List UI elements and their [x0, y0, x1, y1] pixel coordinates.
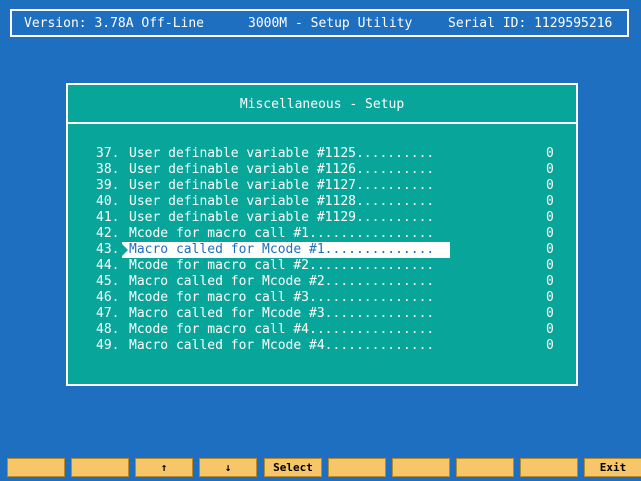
setting-number: 44. — [96, 258, 120, 273]
selection-arrow-icon — [122, 244, 128, 256]
setting-number: 41. — [96, 210, 120, 225]
setting-label: Macro called for Mcode #4.............. — [129, 338, 435, 353]
setting-label: Macro called for Mcode #1.............. — [129, 242, 435, 257]
setting-number: 38. — [96, 162, 120, 177]
scroll-down-button[interactable]: ↓ — [199, 458, 257, 477]
setting-label: Mcode for macro call #2................ — [129, 258, 435, 273]
setting-value: 0 — [546, 274, 554, 289]
setting-row-47[interactable]: 47. Macro called for Mcode #3...........… — [68, 306, 576, 322]
scroll-up-button[interactable]: ↑ — [135, 458, 193, 477]
setting-label: User definable variable #1129.......... — [129, 210, 435, 225]
setting-value: 0 — [546, 290, 554, 305]
function-key-bar: ↑ ↓ Select Exit — [7, 458, 641, 477]
setting-number: 39. — [96, 178, 120, 193]
setting-label: Mcode for macro call #1................ — [129, 226, 435, 241]
function-key-f2[interactable] — [71, 458, 129, 477]
function-key-f8[interactable] — [456, 458, 514, 477]
setting-value: 0 — [546, 306, 554, 321]
setting-number: 47. — [96, 306, 120, 321]
setting-label: Macro called for Mcode #2.............. — [129, 274, 435, 289]
setting-label: Mcode for macro call #3................ — [129, 290, 435, 305]
setting-row-40[interactable]: 40. User definable variable #1128.......… — [68, 194, 576, 210]
setting-label: User definable variable #1127.......... — [129, 178, 435, 193]
setting-value: 0 — [546, 226, 554, 241]
setting-number: 40. — [96, 194, 120, 209]
setting-row-43-selected[interactable]: 43. Macro called for Mcode #1...........… — [68, 242, 576, 258]
setting-row-37[interactable]: 37. User definable variable #1125.......… — [68, 146, 576, 162]
setting-row-48[interactable]: 48. Mcode for macro call #4.............… — [68, 322, 576, 338]
setting-row-42[interactable]: 42. Mcode for macro call #1.............… — [68, 226, 576, 242]
setting-row-49[interactable]: 49. Macro called for Mcode #4...........… — [68, 338, 576, 354]
setting-number: 45. — [96, 274, 120, 289]
setting-row-45[interactable]: 45. Macro called for Mcode #2...........… — [68, 274, 576, 290]
setting-value: 0 — [546, 210, 554, 225]
setting-label: Mcode for macro call #4................ — [129, 322, 435, 337]
setting-number: 48. — [96, 322, 120, 337]
dialog-divider — [68, 122, 576, 124]
setting-value: 0 — [546, 258, 554, 273]
setting-label: User definable variable #1125.......... — [129, 146, 435, 161]
function-key-f9[interactable] — [520, 458, 578, 477]
setting-row-44[interactable]: 44. Mcode for macro call #2.............… — [68, 258, 576, 274]
setting-value: 0 — [546, 162, 554, 177]
setting-row-39[interactable]: 39. User definable variable #1127.......… — [68, 178, 576, 194]
select-button[interactable]: Select — [264, 458, 322, 477]
setting-value: 0 — [546, 322, 554, 337]
setting-number: 37. — [96, 146, 120, 161]
serial-id-label: Serial ID: 1129595216 — [448, 16, 613, 31]
setting-value: 0 — [546, 146, 554, 161]
setting-number: 43. — [96, 242, 120, 257]
function-key-f1[interactable] — [7, 458, 65, 477]
setup-dialog: Miscellaneous - Setup 37. User definable… — [66, 83, 578, 386]
setting-value: 0 — [546, 178, 554, 193]
setting-value: 0 — [546, 242, 554, 257]
setting-row-46[interactable]: 46. Mcode for macro call #3.............… — [68, 290, 576, 306]
setting-number: 49. — [96, 338, 120, 353]
function-key-f6[interactable] — [328, 458, 386, 477]
setting-number: 42. — [96, 226, 120, 241]
app-title: 3000M - Setup Utility — [248, 16, 413, 31]
setting-value: 0 — [546, 338, 554, 353]
setting-number: 46. — [96, 290, 120, 305]
version-label: Version: 3.78A Off-Line — [24, 16, 205, 31]
setting-row-41[interactable]: 41. User definable variable #1129.......… — [68, 210, 576, 226]
setting-label: Macro called for Mcode #3.............. — [129, 306, 435, 321]
dialog-title: Miscellaneous - Setup — [239, 97, 405, 112]
setting-label: User definable variable #1128.......... — [129, 194, 435, 209]
exit-button[interactable]: Exit — [584, 458, 641, 477]
setting-label: User definable variable #1126.......... — [129, 162, 435, 177]
function-key-f7[interactable] — [392, 458, 450, 477]
setting-row-38[interactable]: 38. User definable variable #1126.......… — [68, 162, 576, 178]
title-bar: Version: 3.78A Off-Line 3000M - Setup Ut… — [10, 9, 629, 37]
setting-value: 0 — [546, 194, 554, 209]
